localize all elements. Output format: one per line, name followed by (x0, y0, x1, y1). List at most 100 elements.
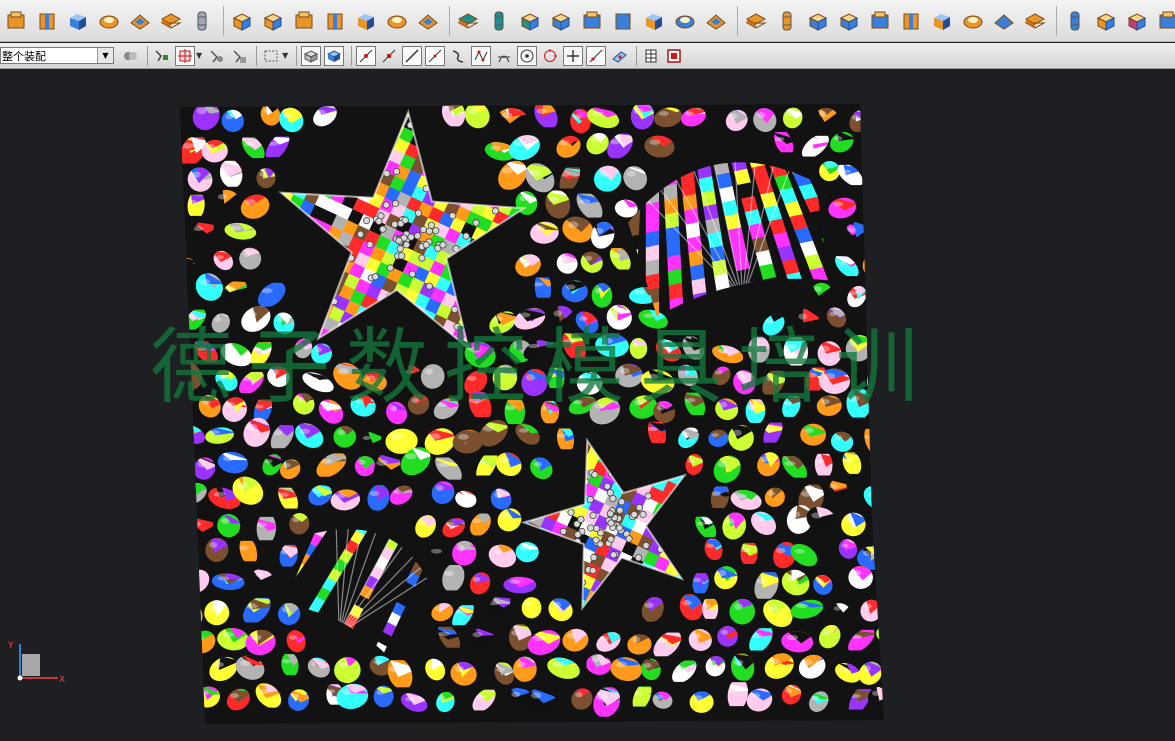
unite-button[interactable] (454, 7, 481, 34)
existing-point-button[interactable] (563, 45, 584, 66)
intersect-icon (520, 12, 539, 31)
chevron-down-icon[interactable]: ▼ (97, 48, 113, 63)
open-book-icon (705, 13, 726, 30)
hollow-box-button[interactable] (671, 7, 698, 34)
arc-center-button[interactable] (517, 45, 538, 66)
pebble (868, 224, 884, 250)
cube-edit-button[interactable] (414, 7, 441, 34)
open-book-button[interactable] (702, 7, 729, 34)
cam-model-view (180, 104, 884, 724)
pebble (879, 509, 884, 538)
sheet-button[interactable] (742, 7, 769, 34)
control-point-button[interactable] (471, 45, 492, 66)
select-body-button[interactable] (229, 46, 249, 66)
offset-face-button[interactable] (1061, 7, 1088, 34)
pebble (180, 660, 203, 685)
part-filter-button[interactable] (120, 46, 140, 66)
twist-button[interactable] (804, 7, 831, 34)
sheet-metal-button[interactable] (897, 7, 924, 34)
extract-button[interactable] (609, 7, 636, 34)
dropdown-arrow-icon[interactable]: ▼ (196, 51, 202, 60)
draft-icon (1127, 12, 1146, 31)
bucket-button[interactable] (959, 7, 986, 34)
twist-icon (808, 12, 827, 31)
view-solid-icon (304, 49, 319, 63)
component-button[interactable] (33, 7, 60, 34)
toolbar-separator (147, 45, 148, 66)
mid-point-button[interactable] (379, 46, 399, 66)
stack-button[interactable] (866, 7, 893, 34)
select-solid-button[interactable] (206, 46, 226, 66)
plate-button[interactable] (835, 7, 862, 34)
assembly-icon (7, 11, 24, 28)
surface-button[interactable] (126, 7, 153, 34)
quadrant-icon (544, 48, 558, 62)
flange-button[interactable] (1092, 7, 1119, 34)
block-button[interactable] (64, 7, 91, 34)
thicken-button[interactable] (1021, 7, 1048, 34)
selection-scope-select[interactable]: 整个装配 ▼ (0, 47, 114, 64)
bend-button[interactable] (773, 7, 800, 34)
cylinder-icon (197, 11, 206, 30)
cube-edit-icon (417, 13, 438, 30)
bucket-icon (963, 15, 982, 28)
pebble (874, 337, 884, 363)
grid-button[interactable] (383, 7, 410, 34)
draft-button[interactable] (1123, 7, 1150, 34)
table-button[interactable] (641, 46, 661, 66)
quadrant-button[interactable] (540, 46, 560, 66)
end-point-icon (359, 49, 373, 62)
hole-array-button[interactable] (321, 7, 348, 34)
toolbar-separator (636, 45, 638, 66)
pebble (180, 538, 199, 567)
pattern-icon (232, 12, 251, 31)
coordinate-triad-icon: Y X (7, 641, 65, 685)
graphics-viewport[interactable]: 德子数控模具培训 Y X (0, 70, 1175, 741)
assembly-button[interactable] (2, 7, 29, 34)
gear-button[interactable] (928, 7, 955, 34)
cylinder-button[interactable] (188, 7, 215, 34)
pattern-button[interactable] (228, 7, 255, 34)
arc-center-icon (520, 49, 534, 62)
table-icon (645, 49, 657, 62)
pad-icon (99, 15, 118, 28)
snap-point-button[interactable] (175, 45, 195, 66)
snap-settings-button[interactable] (152, 46, 172, 66)
plate-icon (839, 12, 858, 31)
intersection-button[interactable] (494, 46, 514, 66)
cube-set-button[interactable] (352, 7, 379, 34)
stop-button[interactable] (664, 46, 684, 66)
view-shaded-button[interactable] (324, 45, 345, 66)
layer-button[interactable] (157, 7, 184, 34)
point-on-face-button[interactable] (609, 46, 629, 66)
wireframe-cube-icon (1159, 11, 1175, 28)
end-point-button[interactable] (356, 45, 377, 66)
shell-button[interactable] (990, 7, 1017, 34)
toolbar-separator (737, 5, 738, 36)
tangent-line-button[interactable] (425, 45, 446, 66)
book-button[interactable] (547, 7, 574, 34)
view-solid-button[interactable] (301, 45, 322, 66)
rect-select-button[interactable] (261, 46, 281, 66)
hollow-box-icon (675, 15, 694, 28)
feature-button[interactable] (259, 7, 286, 34)
line-button[interactable] (402, 45, 423, 66)
toolbar-separator (449, 5, 450, 36)
array-button[interactable] (290, 7, 317, 34)
select-solid-icon (210, 49, 224, 62)
mid-point-icon (382, 49, 396, 62)
toolbar-separator (296, 45, 298, 66)
subtract-button[interactable] (485, 7, 512, 34)
point-on-curve-button[interactable] (586, 45, 607, 66)
flange-icon (1096, 12, 1115, 31)
intersect-button[interactable] (516, 7, 543, 34)
box-button[interactable] (640, 7, 667, 34)
dropdown-arrow-icon[interactable]: ▼ (282, 51, 288, 60)
feature-icon (263, 12, 282, 31)
pebble (866, 164, 884, 190)
wireframe-cube-button[interactable] (1154, 7, 1175, 34)
mirror-button[interactable] (578, 7, 605, 34)
pad-button[interactable] (95, 7, 122, 34)
point-on-curve-icon (589, 49, 603, 62)
curve-button[interactable] (448, 46, 468, 66)
